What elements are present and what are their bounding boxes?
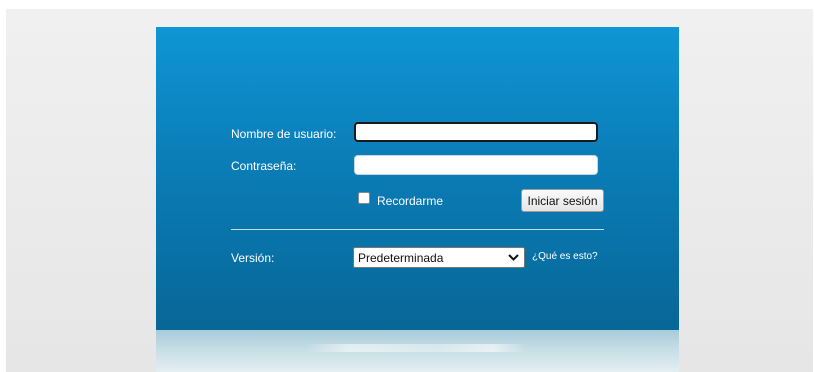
what-is-this-link[interactable]: ¿Qué es esto? — [532, 251, 598, 262]
username-field[interactable] — [354, 122, 598, 142]
password-label: Contraseña: — [231, 159, 297, 173]
version-select-value: Predeterminada — [358, 250, 444, 265]
version-label: Versión: — [231, 251, 275, 265]
login-panel — [156, 27, 679, 330]
reflection-highlight — [306, 344, 526, 352]
password-field[interactable] — [354, 155, 598, 175]
panel-reflection — [156, 330, 679, 372]
remember-me-label[interactable]: Recordarme — [377, 194, 443, 208]
username-label: Nombre de usuario: — [231, 127, 337, 141]
remember-me-checkbox[interactable] — [358, 192, 370, 204]
form-divider — [231, 229, 604, 230]
login-button[interactable]: Iniciar sesión — [521, 189, 604, 212]
chevron-down-icon — [508, 254, 519, 261]
version-select[interactable]: Predeterminada — [353, 247, 525, 268]
